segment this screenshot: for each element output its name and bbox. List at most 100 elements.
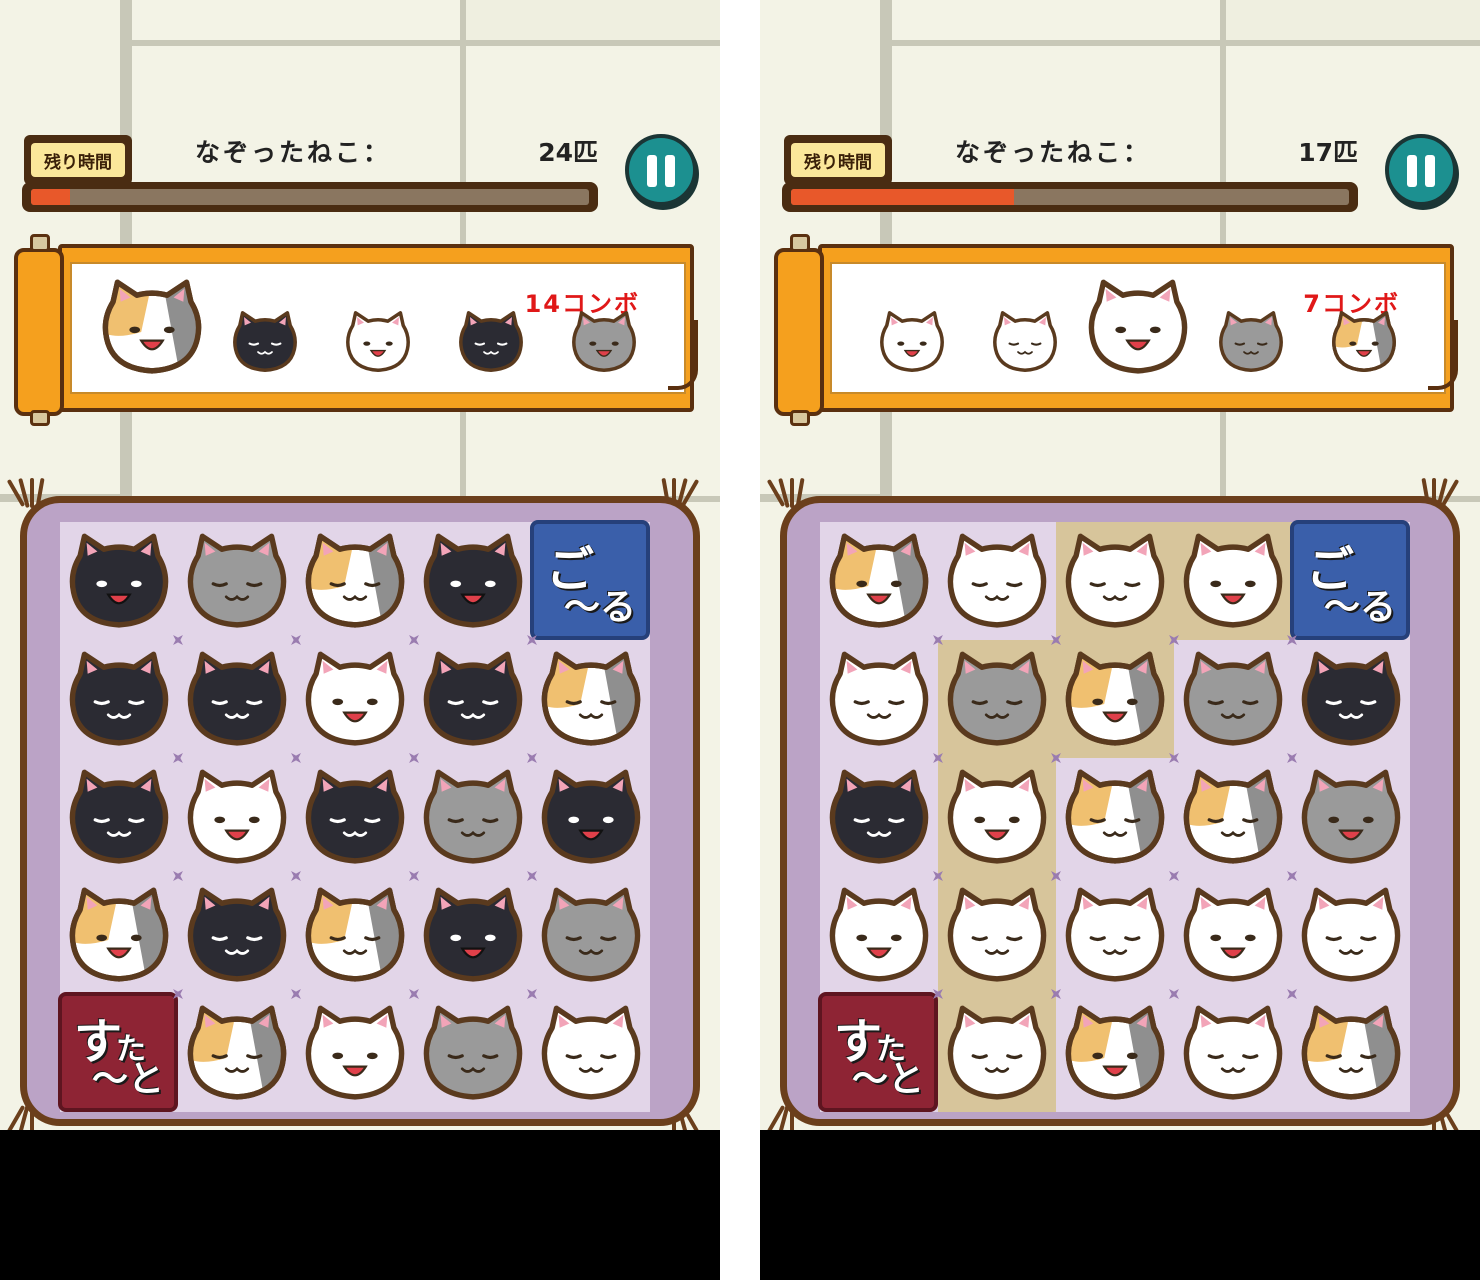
start-tile[interactable]: す〜とた: [58, 992, 178, 1112]
board-cat[interactable]: [825, 886, 933, 987]
board-cat[interactable]: [419, 532, 527, 633]
pause-button[interactable]: [625, 134, 697, 206]
board-cell[interactable]: [820, 640, 938, 758]
board-cell[interactable]: [1174, 994, 1292, 1112]
board-cat[interactable]: [183, 1004, 291, 1105]
board-cell[interactable]: [938, 876, 1056, 994]
board-cat[interactable]: [1061, 886, 1169, 987]
board-cat[interactable]: [943, 650, 1051, 751]
board-cat[interactable]: [1061, 768, 1169, 869]
board-cell[interactable]: [1292, 876, 1410, 994]
board-cat[interactable]: [183, 886, 291, 987]
board-cell[interactable]: [1174, 640, 1292, 758]
board-cell[interactable]: [532, 640, 650, 758]
board-cell[interactable]: [296, 994, 414, 1112]
board-cat[interactable]: [65, 768, 173, 869]
board-cell[interactable]: [532, 876, 650, 994]
board-cell[interactable]: [938, 758, 1056, 876]
board-cat[interactable]: [1297, 886, 1405, 987]
board-cat[interactable]: [943, 1004, 1051, 1105]
board-cat[interactable]: [301, 650, 409, 751]
board-cat[interactable]: [943, 886, 1051, 987]
board-cell[interactable]: [1056, 522, 1174, 640]
board-cell[interactable]: [178, 522, 296, 640]
board-cell[interactable]: す〜とた: [818, 992, 938, 1112]
board-cell[interactable]: [296, 876, 414, 994]
board-cat[interactable]: [183, 768, 291, 869]
board-cat[interactable]: [65, 650, 173, 751]
board-cat[interactable]: [1179, 650, 1287, 751]
board-cell[interactable]: ご〜る: [530, 520, 650, 640]
board-cat[interactable]: [419, 650, 527, 751]
board-cell[interactable]: ご〜る: [1290, 520, 1410, 640]
board-cell[interactable]: [414, 994, 532, 1112]
board-cat[interactable]: [301, 532, 409, 633]
board-cat[interactable]: [943, 532, 1051, 633]
board-cell[interactable]: [938, 522, 1056, 640]
board-cat[interactable]: [301, 1004, 409, 1105]
board-cat[interactable]: [825, 768, 933, 869]
board-cat[interactable]: [1179, 1004, 1287, 1105]
board-cell[interactable]: [178, 876, 296, 994]
board-cell[interactable]: [1174, 522, 1292, 640]
board-cell[interactable]: [1174, 876, 1292, 994]
board-cell[interactable]: [1292, 640, 1410, 758]
board-cell[interactable]: [178, 994, 296, 1112]
board-cell[interactable]: [532, 994, 650, 1112]
board-cat[interactable]: [537, 1004, 645, 1105]
start-tile[interactable]: す〜とた: [818, 992, 938, 1112]
board-cell[interactable]: [178, 640, 296, 758]
board-cat[interactable]: [301, 886, 409, 987]
board-cat[interactable]: [1179, 532, 1287, 633]
board-cell[interactable]: [414, 640, 532, 758]
board-cell[interactable]: [1056, 640, 1174, 758]
board-cell[interactable]: [414, 876, 532, 994]
board-cell[interactable]: [1056, 758, 1174, 876]
goal-tile[interactable]: ご〜る: [1290, 520, 1410, 640]
board-cat[interactable]: [1297, 650, 1405, 751]
board-cat[interactable]: [183, 650, 291, 751]
board-cell[interactable]: [60, 640, 178, 758]
board-cat[interactable]: [65, 532, 173, 633]
board-cat[interactable]: [825, 532, 933, 633]
board-cell[interactable]: [414, 758, 532, 876]
board-cat[interactable]: [1297, 768, 1405, 869]
board-cell[interactable]: [1292, 758, 1410, 876]
board-cell[interactable]: [820, 522, 938, 640]
board-cat[interactable]: [1179, 886, 1287, 987]
board-cat[interactable]: [1061, 1004, 1169, 1105]
board-cell[interactable]: [296, 758, 414, 876]
board-cell[interactable]: [296, 640, 414, 758]
board-cat[interactable]: [1061, 532, 1169, 633]
board-cell[interactable]: す〜とた: [58, 992, 178, 1112]
board-cat[interactable]: [537, 650, 645, 751]
goal-tile[interactable]: ご〜る: [530, 520, 650, 640]
board-cat[interactable]: [419, 886, 527, 987]
board-cell[interactable]: [60, 758, 178, 876]
board-cat[interactable]: [419, 1004, 527, 1105]
board-cat[interactable]: [183, 532, 291, 633]
board-cat[interactable]: [65, 886, 173, 987]
board-cat[interactable]: [1179, 768, 1287, 869]
board-cell[interactable]: [60, 522, 178, 640]
board-cat[interactable]: [943, 768, 1051, 869]
board-cell[interactable]: [820, 758, 938, 876]
board-cell[interactable]: [414, 522, 532, 640]
board-cat[interactable]: [537, 886, 645, 987]
board-cat[interactable]: [1061, 650, 1169, 751]
board-cell[interactable]: [938, 994, 1056, 1112]
board-cat[interactable]: [301, 768, 409, 869]
board-cell[interactable]: [1292, 994, 1410, 1112]
board-cell[interactable]: [1174, 758, 1292, 876]
board-cat[interactable]: [537, 768, 645, 869]
board-cat[interactable]: [1297, 1004, 1405, 1105]
cat-board[interactable]: ご〜るす〜とた: [818, 520, 1410, 1112]
board-cell[interactable]: [296, 522, 414, 640]
board-cat[interactable]: [419, 768, 527, 869]
pause-button[interactable]: [1385, 134, 1457, 206]
board-cell[interactable]: [1056, 994, 1174, 1112]
board-cell[interactable]: [60, 876, 178, 994]
board-cat[interactable]: [825, 650, 933, 751]
board-cell[interactable]: [532, 758, 650, 876]
board-cell[interactable]: [938, 640, 1056, 758]
